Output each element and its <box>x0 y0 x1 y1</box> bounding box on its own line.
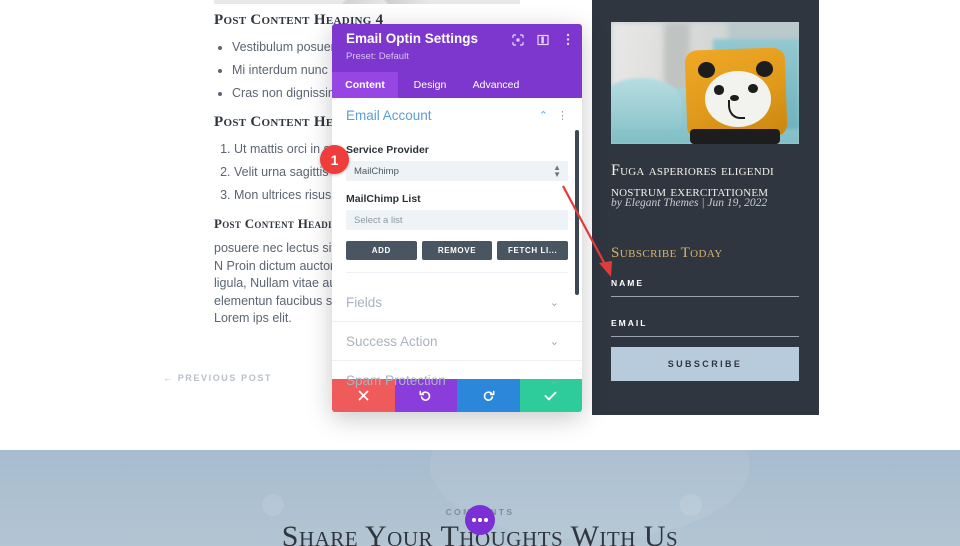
remove-button[interactable]: REMOVE <box>421 241 493 260</box>
optin-name-field[interactable]: NAME <box>611 278 799 297</box>
chevron-up-icon[interactable]: ⌃ <box>539 109 548 122</box>
section-spam-protection[interactable]: Spam Protection ⌄ <box>332 361 582 399</box>
modal-body: Email Account ⌃ ⋮ Service Provider MailC… <box>332 98 582 388</box>
section-more-icon[interactable]: ⋮ <box>557 109 568 122</box>
section-email-account[interactable]: Email Account ⌃ ⋮ <box>332 98 582 132</box>
section-title: Spam Protection <box>346 372 446 388</box>
select-arrows-icon: ▲ ▼ <box>553 163 561 179</box>
add-button[interactable]: ADD <box>346 241 417 260</box>
section-fields[interactable]: Fields ⌄ <box>332 283 582 322</box>
tab-content[interactable]: Content <box>332 72 398 98</box>
optin-name-underline <box>611 296 799 297</box>
service-provider-label: Service Provider <box>346 144 429 156</box>
tab-advanced[interactable]: Advanced <box>462 72 530 98</box>
section-success-action[interactable]: Success Action ⌄ <box>332 322 582 361</box>
step-badge-1: 1 <box>320 145 349 174</box>
chevron-down-icon[interactable]: ⌄ <box>550 335 559 348</box>
optin-name-label: NAME <box>611 278 645 288</box>
previous-post-link[interactable]: ← PREVIOUS POST <box>163 373 272 383</box>
list-action-buttons: ADD REMOVE FETCH LI... <box>346 241 569 260</box>
section-title: Email Account <box>346 107 432 123</box>
sidebar-post-title: Fuga asperiores eligendi nostrum exercit… <box>611 162 774 200</box>
email-optin-settings-modal: Email Optin Settings Preset: Default Con… <box>332 24 582 412</box>
modal-tabs: Content Design Advanced <box>332 72 582 98</box>
chevron-down-icon[interactable]: ⌄ <box>550 374 559 387</box>
service-provider-select[interactable]: MailChimp ▲ ▼ <box>346 161 568 181</box>
modal-header: Email Optin Settings Preset: Default <box>332 24 582 72</box>
mailchimp-list-label: MailChimp List <box>346 193 421 205</box>
subscribe-button[interactable]: SUBSCRIBE <box>611 347 799 381</box>
service-provider-value: MailChimp <box>354 165 399 177</box>
dot-icon <box>484 518 488 522</box>
optin-email-underline <box>611 336 799 337</box>
optin-heading: Subscribe Today <box>611 245 723 261</box>
modal-preset-selector[interactable]: Preset: Default <box>346 51 409 62</box>
chevron-down-icon[interactable]: ⌄ <box>550 296 559 309</box>
modal-scrollbar[interactable] <box>575 130 579 295</box>
section-title: Success Action <box>346 333 438 349</box>
fullscreen-icon[interactable] <box>511 33 524 46</box>
dot-icon <box>478 518 482 522</box>
panda-cushion-photo <box>611 22 799 144</box>
optin-email-label: EMAIL <box>611 318 648 328</box>
comments-fab-button[interactable] <box>465 505 495 535</box>
dot-icon <box>472 518 476 522</box>
tab-design[interactable]: Design <box>398 72 462 98</box>
email-account-fields: Service Provider MailChimp ▲ ▼ MailChimp … <box>332 132 582 283</box>
sidebar-post-meta: by Elegant Themes | Jun 19, 2022 <box>611 197 768 209</box>
fetch-lists-button[interactable]: FETCH LI... <box>497 241 569 260</box>
mailchimp-list-input[interactable]: Select a list <box>346 210 568 230</box>
modal-title: Email Optin Settings <box>346 31 479 46</box>
layout-icon[interactable] <box>536 33 549 46</box>
more-options-icon[interactable] <box>561 33 574 46</box>
section-title: Fields <box>346 294 383 310</box>
optin-email-field[interactable]: EMAIL <box>611 318 799 337</box>
page-root: Post Content Heading 4 Vestibulum posuer… <box>0 0 960 546</box>
post-sidebar: Fuga asperiores eligendi nostrum exercit… <box>592 0 819 415</box>
